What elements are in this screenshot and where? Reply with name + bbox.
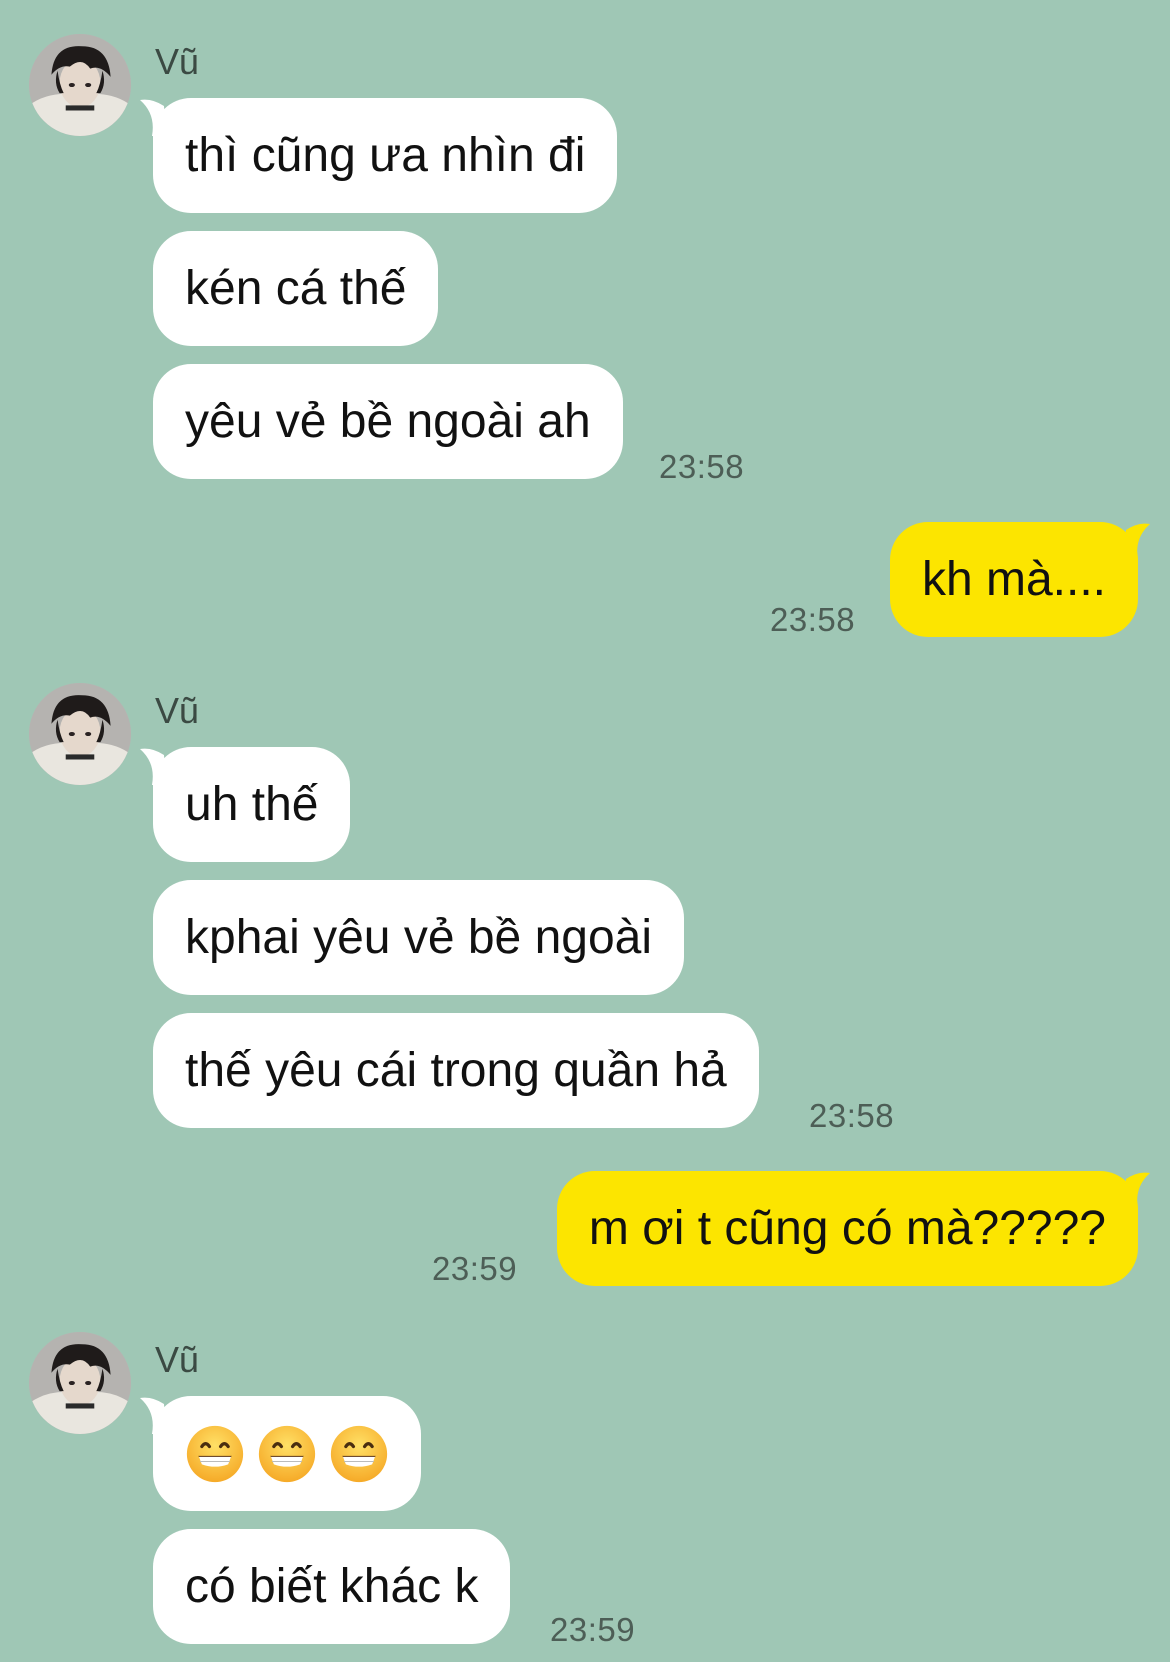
message-timestamp: 23:58 [659,448,745,485]
chat-thread[interactable]: Vũ thì cũng ưa nhìn đi kén cá thế yêu vẻ… [0,0,1170,1662]
outgoing-message-bubble[interactable]: m ơi t cũng có mà????? [556,1171,1138,1286]
avatar-icon [29,683,131,785]
incoming-message-bubble[interactable]: thế yêu cái trong quần hả [153,1013,759,1128]
avatar[interactable] [29,683,131,785]
incoming-message-bubble[interactable]: yêu vẻ bề ngoài ah [153,364,623,479]
avatar[interactable] [29,1332,131,1434]
bubble-tail-icon [1110,1169,1150,1209]
incoming-message-bubble[interactable]: thì cũng ưa nhìn đi [153,98,618,213]
sender-name: Vũ [155,1339,200,1380]
message-timestamp: 23:58 [809,1097,895,1134]
avatar-icon [29,34,131,136]
incoming-message-bubble[interactable]: kén cá thế [153,231,439,346]
message-timestamp: 23:59 [550,1611,636,1648]
avatar-icon [29,1332,131,1434]
incoming-message-bubble[interactable]: uh thế [153,747,351,862]
sender-name: Vũ [155,690,200,731]
outgoing-message-bubble[interactable]: kh mà.... [889,522,1138,637]
message-timestamp: 23:59 [432,1250,518,1287]
incoming-message-bubble[interactable]: có biết khác k [153,1529,511,1644]
grinning-face-emoji-icon [257,1424,317,1484]
grinning-face-emoji-icon [329,1424,389,1484]
sender-name: Vũ [155,41,200,82]
avatar[interactable] [29,34,131,136]
grinning-face-emoji-icon [185,1424,245,1484]
emoji-row [185,1396,389,1511]
message-timestamp: 23:58 [770,601,856,638]
incoming-emoji-bubble[interactable] [153,1396,421,1511]
incoming-message-bubble[interactable]: kphai yêu vẻ bề ngoài [153,880,685,995]
bubble-tail-icon [1110,520,1150,560]
